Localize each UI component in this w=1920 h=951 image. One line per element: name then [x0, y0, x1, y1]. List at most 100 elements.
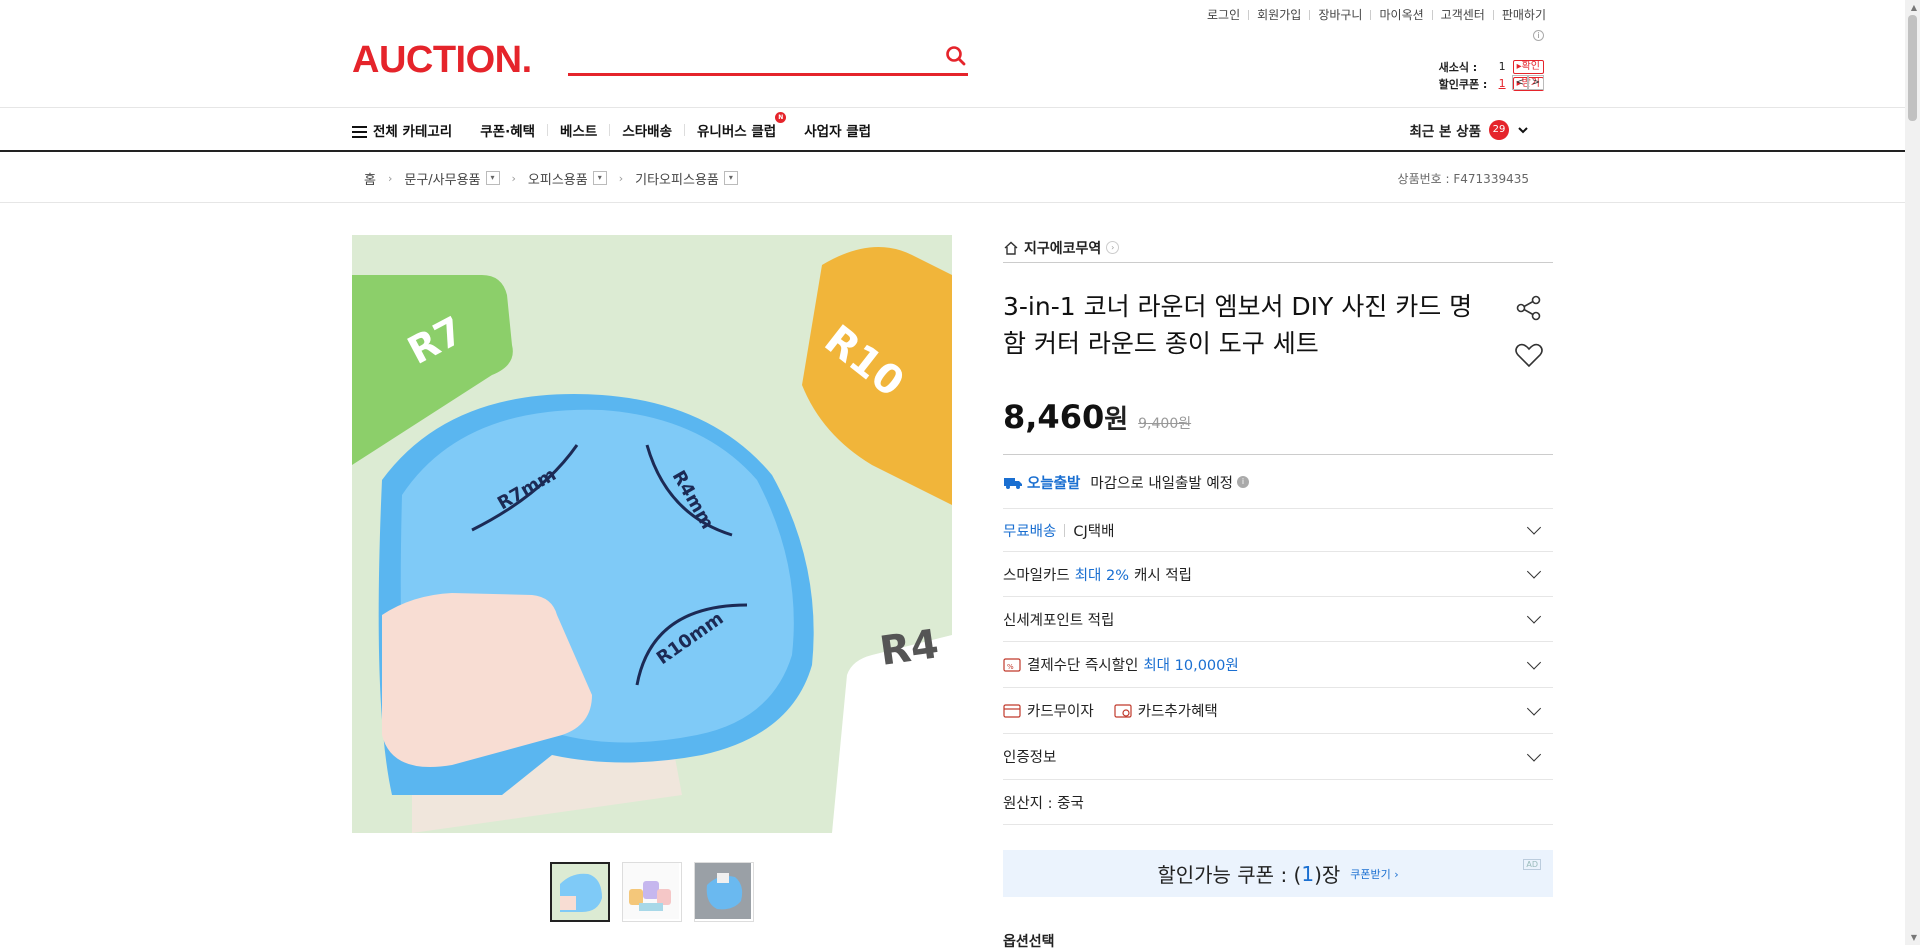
free-shipping-label: 무료배송: [1003, 523, 1057, 540]
search-input[interactable]: [568, 40, 928, 70]
price-currency: 원: [1104, 405, 1129, 435]
smile-card-row[interactable]: 스마일카드 최대 2% 캐시 적립: [1003, 552, 1553, 597]
price-block: 8,460 원 9,400원: [1003, 398, 1191, 436]
chevron-down-icon[interactable]: [1526, 654, 1542, 670]
chevron-down-icon[interactable]: [1526, 609, 1542, 624]
chevron-right-icon: ›: [511, 171, 516, 185]
breadcrumb-level-3[interactable]: 기타오피스용품: [635, 169, 719, 188]
carrier-label: CJ택배: [1073, 523, 1115, 540]
r4-label: R4: [877, 621, 941, 675]
certification-row[interactable]: 인증정보: [1003, 734, 1553, 780]
smile-card-highlight: 최대 2%: [1074, 567, 1129, 584]
ssg-point-row[interactable]: 신세계포인트 적립: [1003, 597, 1553, 642]
today-dispatch-desc: 마감으로 내일출발 예정: [1090, 475, 1233, 492]
payment-discount-row[interactable]: % 결제수단 즉시할인 최대 10,000원: [1003, 642, 1553, 688]
coupon-prefix: 할인가능 쿠폰 : (: [1157, 863, 1302, 887]
original-price: 9,400원: [1138, 416, 1192, 432]
news-row: 새소식 : 1 ▸확인: [1439, 58, 1544, 75]
chevron-down-icon[interactable]: ▾: [723, 171, 738, 185]
search-icon[interactable]: [944, 44, 968, 68]
coupon-label: 할인쿠폰 :: [1438, 77, 1488, 91]
smile-card-suffix: 캐시 적립: [1134, 567, 1192, 584]
cart-link[interactable]: 장바구니: [1310, 6, 1370, 23]
chevron-down-icon[interactable]: ▾: [485, 171, 500, 185]
chevron-right-icon: ›: [618, 171, 624, 185]
chevron-down-icon[interactable]: [1526, 564, 1542, 579]
universe-club-label: 유니버스 클럽: [697, 123, 777, 140]
all-category-label: 전체 카테고리: [373, 123, 453, 140]
today-dispatch-label: 오늘출발: [1027, 475, 1081, 492]
signup-link[interactable]: 회원가입: [1249, 6, 1309, 23]
divider: [609, 123, 611, 136]
card-interest-label[interactable]: 카드무이자: [1027, 700, 1094, 721]
coupon-banner[interactable]: 할인가능 쿠폰 : (1)장 쿠폰받기 › AD: [1003, 850, 1553, 897]
breadcrumb-home[interactable]: 홈: [364, 169, 376, 188]
scrollbar-thumb[interactable]: [1908, 15, 1917, 121]
page-scrollbar[interactable]: ▲ ▼: [1905, 0, 1920, 945]
auction-logo[interactable]: AUCTION.: [352, 38, 532, 82]
card-benefit-row[interactable]: 카드무이자 카드추가혜택: [1003, 688, 1553, 734]
info-icon[interactable]: i: [1533, 30, 1544, 41]
certification-label: 인증정보: [1003, 750, 1057, 766]
origin-label: 원산지 : 중국: [1003, 795, 1084, 812]
thumbnail-2[interactable]: [622, 862, 682, 922]
product-number: 상품번호 : F471339435: [1397, 171, 1529, 186]
nav-best[interactable]: 베스트: [560, 120, 597, 140]
shipping-row[interactable]: 무료배송 CJ택배: [1003, 508, 1553, 552]
today-dispatch-row: 오늘출발 마감으로 내일출발 예정 i: [1003, 462, 1553, 502]
share-icon[interactable]: [1514, 293, 1544, 323]
chevron-down-icon[interactable]: [1526, 520, 1542, 535]
chevron-down-icon[interactable]: [1526, 700, 1542, 716]
coupon-count[interactable]: 1: [1499, 77, 1509, 90]
heart-icon[interactable]: [1514, 340, 1544, 370]
option-select-title: 옵션선택: [1003, 934, 1055, 950]
chevron-right-icon: ›: [1106, 241, 1120, 254]
scroll-down-icon[interactable]: ▼: [1911, 933, 1917, 942]
news-check-button[interactable]: ▸확인: [1512, 59, 1544, 74]
news-label: 새소식 :: [1438, 60, 1478, 74]
coupon-suffix: )장: [1314, 863, 1341, 887]
payment-discount-label: 결제수단 즉시할인: [1027, 658, 1139, 674]
recent-label: 최근 본 상품: [1409, 123, 1482, 140]
discount-card-icon: %: [1003, 657, 1021, 672]
main-nav: 전체 카테고리 쿠폰·혜택 베스트 스타배송 유니버스 클럽 N 사업자 클럽 …: [0, 107, 1905, 152]
chevron-down-icon: [1518, 126, 1528, 133]
origin-row: 원산지 : 중국: [1003, 780, 1553, 825]
svg-text:%: %: [1007, 663, 1014, 671]
card-icon: [1003, 703, 1021, 718]
all-category-button[interactable]: 전체 카테고리: [352, 120, 452, 140]
my-auction-link[interactable]: 마이옥션: [1371, 6, 1431, 23]
news-count: 1: [1498, 60, 1506, 73]
nav-business-club[interactable]: 사업자 클럽: [804, 120, 871, 140]
get-coupon-link[interactable]: 쿠폰받기 ›: [1350, 866, 1398, 882]
nav-items: 전체 카테고리 쿠폰·혜택 베스트 스타배송 유니버스 클럽 N 사업자 클럽: [352, 108, 899, 151]
scroll-up-icon[interactable]: ▲: [1911, 3, 1917, 12]
chevron-down-icon[interactable]: ▾: [592, 171, 607, 185]
sell-link[interactable]: 판매하기: [1494, 6, 1554, 23]
utility-nav: 로그인 회원가입 장바구니 마이옥션 고객센터 판매하기: [1199, 6, 1554, 23]
nav-universe-club[interactable]: 유니버스 클럽 N: [697, 111, 787, 140]
next-button[interactable]: >: [1528, 75, 1544, 90]
card-plus-icon: [1114, 703, 1132, 718]
divider: [547, 123, 549, 136]
product-main-image[interactable]: R7 R10 R4 R7mm R4mm R10mm: [352, 235, 952, 833]
breadcrumb-level-1[interactable]: 문구/사무용품: [404, 169, 480, 188]
seller-row[interactable]: 지구에코무역 ›: [1003, 233, 1553, 263]
recent-viewed-button[interactable]: 최근 본 상품 29: [1410, 108, 1530, 151]
info-icon[interactable]: i: [1237, 476, 1249, 488]
nav-coupon[interactable]: 쿠폰·혜택: [480, 120, 535, 140]
divider: [1064, 523, 1066, 537]
new-badge: N: [775, 111, 787, 123]
breadcrumb: 홈 › 문구/사무용품 ▾ › 오피스용품 ▾ › 기타오피스용품 ▾: [364, 153, 738, 203]
prev-button[interactable]: <: [1512, 75, 1528, 90]
thumbnail-1[interactable]: [550, 862, 610, 922]
chevron-down-icon[interactable]: [1526, 746, 1542, 762]
thumbnail-3[interactable]: [694, 862, 754, 922]
login-link[interactable]: 로그인: [1199, 6, 1248, 23]
notification-pager: < >: [1512, 75, 1544, 90]
customer-center-link[interactable]: 고객센터: [1433, 6, 1493, 23]
product-title: 3-in-1 코너 라운더 엠보서 DIY 사진 카드 명함 커터 라운드 종이…: [1003, 292, 1473, 358]
breadcrumb-level-2[interactable]: 오피스용품: [528, 169, 588, 188]
nav-star-delivery[interactable]: 스타배송: [622, 120, 672, 140]
card-benefit-label[interactable]: 카드추가혜택: [1138, 700, 1218, 721]
